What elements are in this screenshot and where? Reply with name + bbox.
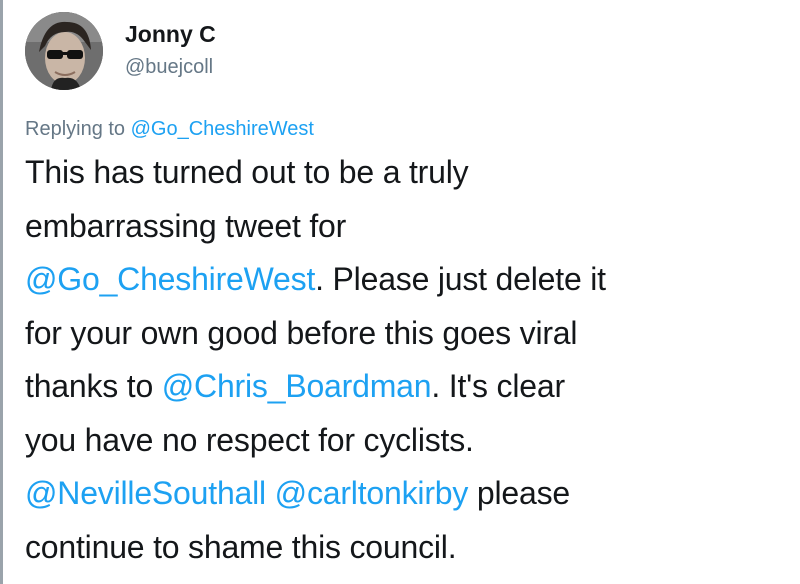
tweet-text-line: @NevilleSouthall @carltonkirby please bbox=[25, 467, 795, 521]
tweet-text-segment: for your own good before this goes viral bbox=[25, 314, 578, 351]
replying-to-link[interactable]: @Go_CheshireWest bbox=[131, 118, 314, 140]
tweet-text: This has turned out to be a truly embarra… bbox=[25, 146, 795, 574]
tweet-text-segment: thanks to bbox=[25, 368, 162, 404]
tweet-text-segment: you have no respect for cyclists. bbox=[25, 421, 474, 458]
tweet-text-segment: . It's clear bbox=[431, 368, 565, 404]
replying-to: Replying to @Go_CheshireWest bbox=[25, 116, 314, 142]
tweet-text-line: you have no respect for cyclists. bbox=[25, 414, 795, 468]
mention-link[interactable]: @Chris_Boardman bbox=[162, 368, 432, 404]
tweet-text-segment bbox=[266, 475, 275, 511]
avatar[interactable] bbox=[25, 12, 103, 90]
tweet-header: Jonny C @buejcoll bbox=[25, 12, 785, 102]
tweet-text-segment: embarrassing tweet for bbox=[25, 207, 347, 244]
tweet-card: Jonny C @buejcoll Replying to @Go_Cheshi… bbox=[0, 0, 800, 584]
tweet-text-segment: This has turned out to be a truly bbox=[25, 154, 469, 190]
tweet-text-segment: . Please just delete it bbox=[315, 261, 606, 297]
tweet-text-line: @Go_CheshireWest. Please just delete it bbox=[25, 253, 795, 307]
tweet-text-segment: please bbox=[468, 475, 570, 511]
mention-link[interactable]: @NevilleSouthall bbox=[25, 475, 266, 511]
mention-link[interactable]: @Go_CheshireWest bbox=[25, 261, 315, 297]
tweet-text-line: continue to shame this council. bbox=[25, 521, 795, 575]
replying-prefix: Replying to bbox=[25, 118, 131, 140]
tweet-text-line: thanks to @Chris_Boardman. It's clear bbox=[25, 360, 795, 414]
display-name[interactable]: Jonny C bbox=[125, 20, 216, 48]
tweet-text-line: embarrassing tweet for bbox=[25, 200, 795, 254]
user-names: Jonny C @buejcoll bbox=[125, 20, 216, 80]
user-handle[interactable]: @buejcoll bbox=[125, 54, 216, 80]
avatar-photo-icon bbox=[25, 12, 103, 90]
mention-link[interactable]: @carltonkirby bbox=[275, 475, 469, 511]
tweet-text-line: This has turned out to be a truly bbox=[25, 146, 795, 200]
tweet-text-segment: continue to shame this council. bbox=[25, 528, 457, 565]
tweet-text-line: for your own good before this goes viral bbox=[25, 307, 795, 361]
